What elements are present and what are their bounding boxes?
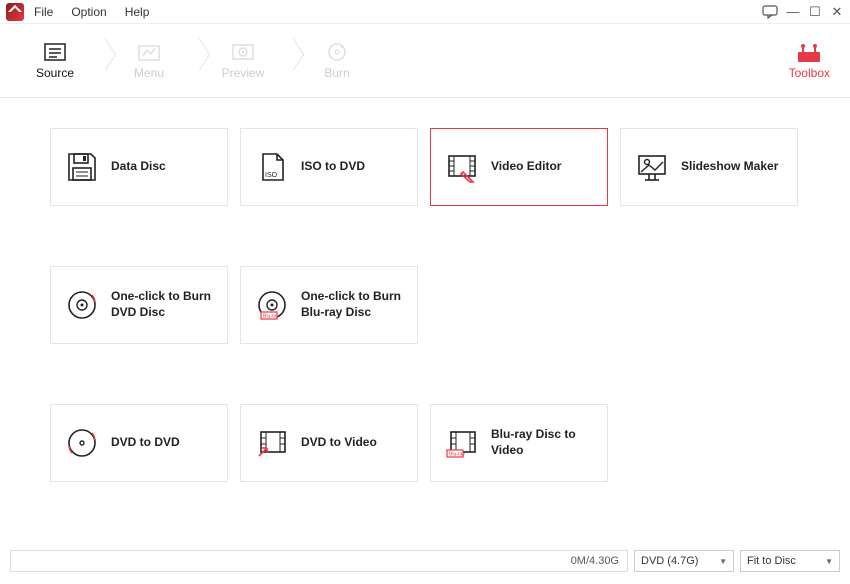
- step-burn-label: Burn: [324, 66, 349, 80]
- card-data-disc[interactable]: Data Disc: [50, 128, 228, 206]
- chevron-icon: [278, 37, 302, 85]
- disc-burn-icon: [65, 288, 99, 322]
- toolbox-grid: Data Disc ISO ISO to DVD Video Editor Sl…: [0, 98, 850, 548]
- card-label: Video Editor: [491, 159, 561, 175]
- chevron-down-icon: ▼: [719, 557, 727, 566]
- card-label: DVD to Video: [301, 435, 377, 451]
- step-burn[interactable]: Burn: [302, 42, 372, 80]
- toolbox-label: Toolbox: [789, 66, 830, 80]
- preview-icon: [231, 42, 255, 62]
- svg-text:Blu-ray: Blu-ray: [449, 452, 465, 458]
- chevron-icon: [184, 37, 208, 85]
- card-slideshow-maker[interactable]: Slideshow Maker: [620, 128, 798, 206]
- media-type-value: DVD (4.7G): [641, 555, 698, 567]
- toolbox-icon: [795, 42, 823, 64]
- main-menu: File Option Help: [34, 5, 149, 19]
- card-dvd-to-dvd[interactable]: DVD to DVD: [50, 404, 228, 482]
- source-icon: [43, 42, 67, 62]
- card-label: One-click to Burn DVD Disc: [111, 289, 213, 320]
- app-logo: [6, 3, 24, 21]
- toolbox-button[interactable]: Toolbox: [789, 42, 830, 80]
- chevron-down-icon: ▼: [825, 557, 833, 566]
- card-bluray-to-video[interactable]: Blu-ray Blu-ray Disc to Video: [430, 404, 608, 482]
- slideshow-icon: [635, 150, 669, 184]
- card-label: Blu-ray Disc to Video: [491, 427, 593, 458]
- step-menu-label: Menu: [134, 66, 164, 80]
- feedback-icon[interactable]: [762, 5, 778, 19]
- bluray-to-video-icon: Blu-ray: [445, 426, 479, 460]
- iso-file-icon: ISO: [255, 150, 289, 184]
- status-bar: 0M/4.30G DVD (4.7G) ▼ Fit to Disc ▼: [0, 546, 850, 576]
- chevron-icon: [90, 37, 114, 85]
- bluray-disc-icon: Blu-ray: [255, 288, 289, 322]
- card-oneclick-dvd[interactable]: One-click to Burn DVD Disc: [50, 266, 228, 344]
- menu-help[interactable]: Help: [125, 5, 150, 19]
- fit-mode-select[interactable]: Fit to Disc ▼: [740, 550, 840, 572]
- video-editor-icon: [445, 150, 479, 184]
- menu-file[interactable]: File: [34, 5, 53, 19]
- floppy-disk-icon: [65, 150, 99, 184]
- step-source[interactable]: Source: [20, 42, 90, 80]
- disc-usage: 0M/4.30G: [10, 550, 628, 572]
- card-dvd-to-video[interactable]: DVD to Video: [240, 404, 418, 482]
- card-label: DVD to DVD: [111, 435, 180, 451]
- svg-text:ISO: ISO: [265, 172, 278, 179]
- minimize-button[interactable]: —: [786, 4, 800, 19]
- menu-step-icon: [137, 42, 161, 62]
- titlebar: File Option Help — ☐ ✕: [0, 0, 850, 24]
- fit-mode-value: Fit to Disc: [747, 555, 796, 567]
- media-type-select[interactable]: DVD (4.7G) ▼: [634, 550, 734, 572]
- step-bar: Source Menu Preview Burn Toolbox: [0, 24, 850, 98]
- row-1: Data Disc ISO ISO to DVD Video Editor Sl…: [50, 128, 800, 206]
- film-export-icon: [255, 426, 289, 460]
- step-source-label: Source: [36, 66, 74, 80]
- svg-text:Blu-ray: Blu-ray: [263, 314, 279, 320]
- burn-icon: [325, 42, 349, 62]
- window-controls: — ☐ ✕: [762, 4, 844, 20]
- card-label: Slideshow Maker: [681, 159, 778, 175]
- row-2: One-click to Burn DVD Disc Blu-ray One-c…: [50, 266, 800, 344]
- close-button[interactable]: ✕: [830, 4, 844, 20]
- step-preview[interactable]: Preview: [208, 42, 278, 80]
- step-preview-label: Preview: [222, 66, 265, 80]
- card-label: Data Disc: [111, 159, 166, 175]
- maximize-button[interactable]: ☐: [808, 4, 822, 20]
- card-label: One-click to Burn Blu-ray Disc: [301, 289, 403, 320]
- card-iso-to-dvd[interactable]: ISO ISO to DVD: [240, 128, 418, 206]
- step-menu[interactable]: Menu: [114, 42, 184, 80]
- card-oneclick-bluray[interactable]: Blu-ray One-click to Burn Blu-ray Disc: [240, 266, 418, 344]
- card-video-editor[interactable]: Video Editor: [430, 128, 608, 206]
- menu-option[interactable]: Option: [71, 5, 106, 19]
- row-3: DVD to DVD DVD to Video Blu-ray Blu-ray …: [50, 404, 800, 482]
- disc-copy-icon: [65, 426, 99, 460]
- card-label: ISO to DVD: [301, 159, 365, 175]
